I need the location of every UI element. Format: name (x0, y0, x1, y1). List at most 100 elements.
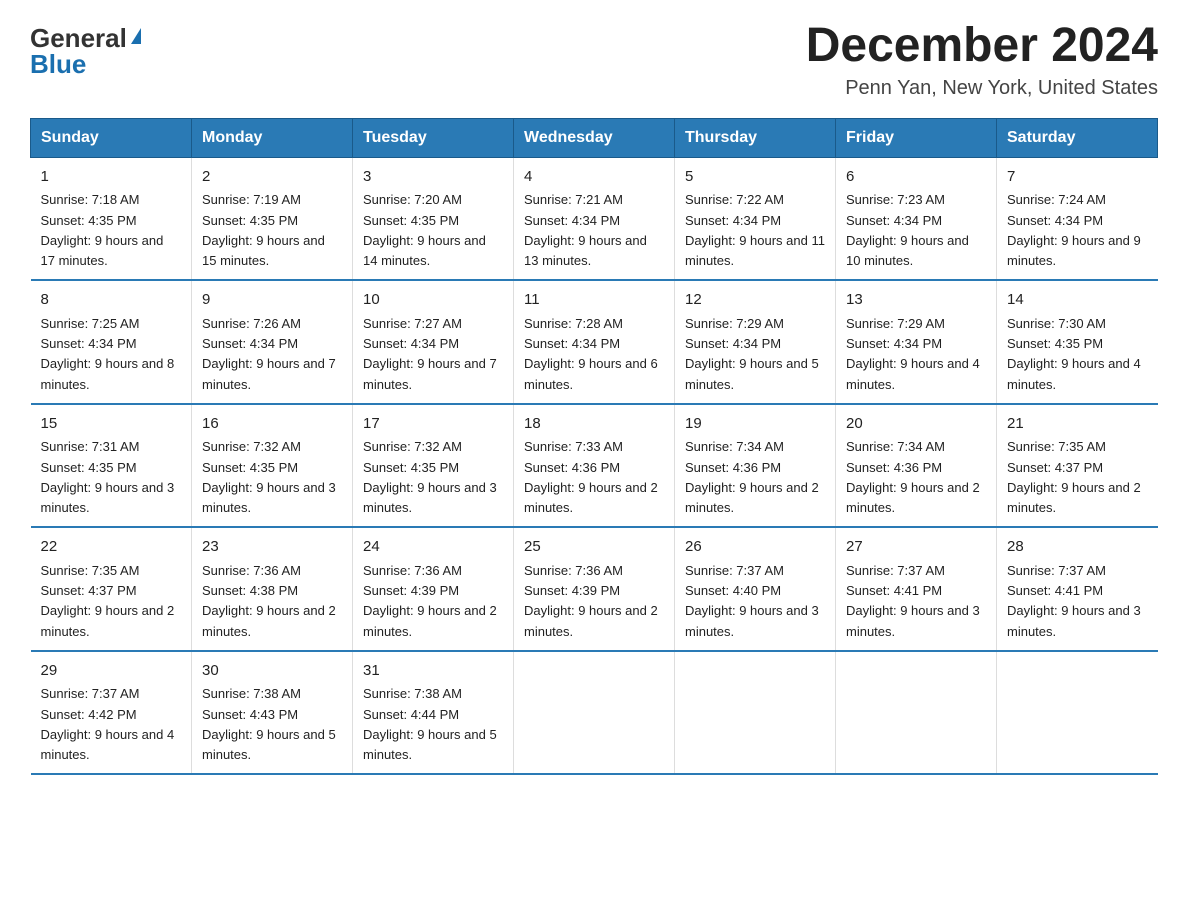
day-info: Sunrise: 7:28 AMSunset: 4:34 PMDaylight:… (524, 316, 658, 392)
day-info: Sunrise: 7:20 AMSunset: 4:35 PMDaylight:… (363, 192, 486, 268)
calendar-day-cell: 4 Sunrise: 7:21 AMSunset: 4:34 PMDaylight… (514, 157, 675, 280)
day-info: Sunrise: 7:34 AMSunset: 4:36 PMDaylight:… (846, 439, 980, 515)
day-number: 11 (524, 289, 664, 312)
day-info: Sunrise: 7:35 AMSunset: 4:37 PMDaylight:… (1007, 439, 1141, 515)
day-number: 18 (524, 413, 664, 436)
calendar-day-cell: 25 Sunrise: 7:36 AMSunset: 4:39 PMDayligh… (514, 527, 675, 651)
day-info: Sunrise: 7:37 AMSunset: 4:41 PMDaylight:… (1007, 563, 1141, 639)
calendar-day-cell: 15 Sunrise: 7:31 AMSunset: 4:35 PMDayligh… (31, 404, 192, 528)
day-number: 31 (363, 660, 503, 683)
calendar-day-cell: 13 Sunrise: 7:29 AMSunset: 4:34 PMDayligh… (836, 280, 997, 404)
calendar-day-cell: 14 Sunrise: 7:30 AMSunset: 4:35 PMDayligh… (997, 280, 1158, 404)
day-number: 12 (685, 289, 825, 312)
column-header-thursday: Thursday (675, 118, 836, 157)
calendar-table: SundayMondayTuesdayWednesdayThursdayFrid… (30, 118, 1158, 776)
day-info: Sunrise: 7:36 AMSunset: 4:39 PMDaylight:… (363, 563, 497, 639)
day-info: Sunrise: 7:33 AMSunset: 4:36 PMDaylight:… (524, 439, 658, 515)
calendar-day-cell: 18 Sunrise: 7:33 AMSunset: 4:36 PMDayligh… (514, 404, 675, 528)
day-info: Sunrise: 7:37 AMSunset: 4:42 PMDaylight:… (41, 686, 175, 762)
day-number: 13 (846, 289, 986, 312)
day-info: Sunrise: 7:23 AMSunset: 4:34 PMDaylight:… (846, 192, 969, 268)
day-info: Sunrise: 7:34 AMSunset: 4:36 PMDaylight:… (685, 439, 819, 515)
calendar-day-cell: 26Sunrise: 7:37 AMSunset: 4:40 PMDayligh… (675, 527, 836, 651)
day-info: Sunrise: 7:29 AMSunset: 4:34 PMDaylight:… (846, 316, 980, 392)
calendar-header-row: SundayMondayTuesdayWednesdayThursdayFrid… (31, 118, 1158, 157)
column-header-wednesday: Wednesday (514, 118, 675, 157)
day-info: Sunrise: 7:31 AMSunset: 4:35 PMDaylight:… (41, 439, 175, 515)
calendar-week-row: 29Sunrise: 7:37 AMSunset: 4:42 PMDayligh… (31, 651, 1158, 775)
day-number: 22 (41, 536, 182, 559)
calendar-day-cell: 24 Sunrise: 7:36 AMSunset: 4:39 PMDayligh… (353, 527, 514, 651)
day-number: 25 (524, 536, 664, 559)
logo-general: General (30, 25, 127, 51)
calendar-week-row: 22 Sunrise: 7:35 AMSunset: 4:37 PMDayligh… (31, 527, 1158, 651)
logo-blue: Blue (30, 51, 86, 77)
calendar-day-cell: 28 Sunrise: 7:37 AMSunset: 4:41 PMDayligh… (997, 527, 1158, 651)
day-number: 27 (846, 536, 986, 559)
day-number: 7 (1007, 166, 1148, 189)
logo: General Blue (30, 20, 141, 77)
calendar-week-row: 8 Sunrise: 7:25 AMSunset: 4:34 PMDaylight… (31, 280, 1158, 404)
calendar-day-cell: 12 Sunrise: 7:29 AMSunset: 4:34 PMDayligh… (675, 280, 836, 404)
calendar-day-cell: 7 Sunrise: 7:24 AMSunset: 4:34 PMDaylight… (997, 157, 1158, 280)
day-info: Sunrise: 7:38 AMSunset: 4:44 PMDaylight:… (363, 686, 497, 762)
calendar-day-cell (675, 651, 836, 775)
calendar-day-cell: 31 Sunrise: 7:38 AMSunset: 4:44 PMDayligh… (353, 651, 514, 775)
day-info: Sunrise: 7:29 AMSunset: 4:34 PMDaylight:… (685, 316, 819, 392)
day-number: 23 (202, 536, 342, 559)
day-info: Sunrise: 7:21 AMSunset: 4:34 PMDaylight:… (524, 192, 647, 268)
calendar-day-cell: 30Sunrise: 7:38 AMSunset: 4:43 PMDayligh… (192, 651, 353, 775)
day-info: Sunrise: 7:37 AMSunset: 4:41 PMDaylight:… (846, 563, 980, 639)
calendar-day-cell: 22 Sunrise: 7:35 AMSunset: 4:37 PMDayligh… (31, 527, 192, 651)
calendar-week-row: 15 Sunrise: 7:31 AMSunset: 4:35 PMDayligh… (31, 404, 1158, 528)
location-title: Penn Yan, New York, United States (806, 77, 1158, 100)
day-info: Sunrise: 7:36 AMSunset: 4:39 PMDaylight:… (524, 563, 658, 639)
day-info: Sunrise: 7:30 AMSunset: 4:35 PMDaylight:… (1007, 316, 1141, 392)
day-info: Sunrise: 7:19 AMSunset: 4:35 PMDaylight:… (202, 192, 325, 268)
day-number: 1 (41, 166, 182, 189)
calendar-day-cell: 6 Sunrise: 7:23 AMSunset: 4:34 PMDaylight… (836, 157, 997, 280)
day-number: 26 (685, 536, 825, 559)
day-number: 16 (202, 413, 342, 436)
calendar-day-cell: 29Sunrise: 7:37 AMSunset: 4:42 PMDayligh… (31, 651, 192, 775)
calendar-day-cell (836, 651, 997, 775)
day-info: Sunrise: 7:32 AMSunset: 4:35 PMDaylight:… (202, 439, 336, 515)
day-number: 19 (685, 413, 825, 436)
day-info: Sunrise: 7:26 AMSunset: 4:34 PMDaylight:… (202, 316, 336, 392)
day-number: 24 (363, 536, 503, 559)
day-number: 8 (41, 289, 182, 312)
day-number: 9 (202, 289, 342, 312)
calendar-day-cell: 1 Sunrise: 7:18 AMSunset: 4:35 PMDaylight… (31, 157, 192, 280)
day-number: 3 (363, 166, 503, 189)
logo-triangle-icon (131, 28, 141, 44)
day-number: 2 (202, 166, 342, 189)
day-info: Sunrise: 7:27 AMSunset: 4:34 PMDaylight:… (363, 316, 497, 392)
day-info: Sunrise: 7:35 AMSunset: 4:37 PMDaylight:… (41, 563, 175, 639)
calendar-week-row: 1 Sunrise: 7:18 AMSunset: 4:35 PMDaylight… (31, 157, 1158, 280)
day-number: 15 (41, 413, 182, 436)
column-header-friday: Friday (836, 118, 997, 157)
day-number: 20 (846, 413, 986, 436)
day-info: Sunrise: 7:18 AMSunset: 4:35 PMDaylight:… (41, 192, 164, 268)
day-info: Sunrise: 7:25 AMSunset: 4:34 PMDaylight:… (41, 316, 175, 392)
calendar-day-cell: 8 Sunrise: 7:25 AMSunset: 4:34 PMDaylight… (31, 280, 192, 404)
calendar-day-cell: 21Sunrise: 7:35 AMSunset: 4:37 PMDayligh… (997, 404, 1158, 528)
calendar-day-cell (514, 651, 675, 775)
month-title: December 2024 (806, 20, 1158, 73)
calendar-day-cell: 27 Sunrise: 7:37 AMSunset: 4:41 PMDayligh… (836, 527, 997, 651)
calendar-day-cell: 17Sunrise: 7:32 AMSunset: 4:35 PMDayligh… (353, 404, 514, 528)
calendar-day-cell (997, 651, 1158, 775)
title-area: December 2024 Penn Yan, New York, United… (806, 20, 1158, 100)
day-number: 14 (1007, 289, 1148, 312)
calendar-day-cell: 16 Sunrise: 7:32 AMSunset: 4:35 PMDayligh… (192, 404, 353, 528)
day-info: Sunrise: 7:24 AMSunset: 4:34 PMDaylight:… (1007, 192, 1141, 268)
column-header-tuesday: Tuesday (353, 118, 514, 157)
day-number: 6 (846, 166, 986, 189)
calendar-day-cell: 20 Sunrise: 7:34 AMSunset: 4:36 PMDayligh… (836, 404, 997, 528)
day-number: 4 (524, 166, 664, 189)
header: General Blue December 2024 Penn Yan, New… (30, 20, 1158, 100)
day-number: 17 (363, 413, 503, 436)
calendar-day-cell: 11 Sunrise: 7:28 AMSunset: 4:34 PMDayligh… (514, 280, 675, 404)
day-number: 28 (1007, 536, 1148, 559)
day-info: Sunrise: 7:38 AMSunset: 4:43 PMDaylight:… (202, 686, 336, 762)
